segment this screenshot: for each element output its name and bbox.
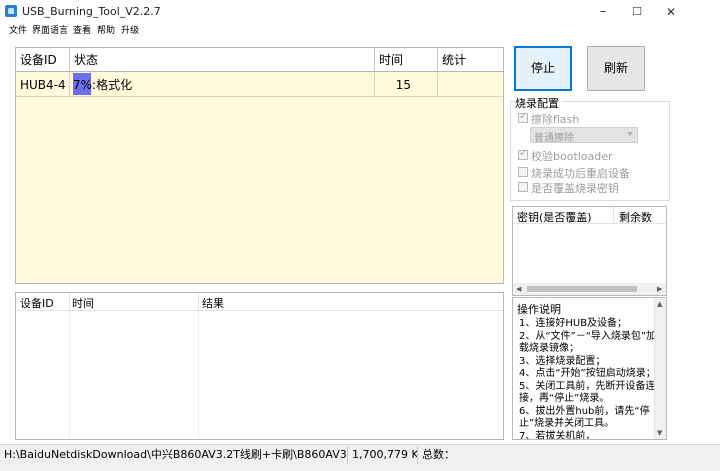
erase-flash-label: 擦除flash bbox=[531, 113, 580, 126]
overwrite-keys-label: 是否覆盖烧录密钥 bbox=[531, 182, 619, 195]
key-header-remaining[interactable]: 剩余数 bbox=[619, 209, 652, 225]
minimize-button[interactable]: – bbox=[586, 0, 620, 24]
scroll-right-icon[interactable]: ▶ bbox=[657, 286, 662, 293]
log-header-device-id[interactable]: 设备ID bbox=[20, 295, 54, 311]
menu-language[interactable]: 界面语言 bbox=[32, 23, 68, 36]
reboot-checkbox[interactable] bbox=[518, 167, 528, 177]
key-col-divider bbox=[613, 207, 614, 224]
header-stats[interactable]: 统计 bbox=[438, 48, 503, 72]
instructions-text: 1、连接好HUB及设备； 2、从“文件”－“导入烧录包”加载烧录镜像； 3、选择… bbox=[519, 318, 657, 440]
scroll-left-icon[interactable]: ◀ bbox=[516, 286, 521, 293]
app-icon bbox=[5, 5, 17, 17]
log-col-divider bbox=[69, 311, 70, 439]
stop-button[interactable]: 停止 bbox=[514, 46, 572, 91]
row-stats[interactable] bbox=[438, 73, 503, 97]
refresh-button[interactable]: 刷新 bbox=[587, 46, 645, 91]
maximize-button[interactable]: ☐ bbox=[620, 0, 654, 24]
scroll-down-icon[interactable]: ▼ bbox=[657, 429, 662, 437]
instructions-panel[interactable]: 操作说明 1、连接好HUB及设备； 2、从“文件”－“导入烧录包”加载烧录镜像；… bbox=[512, 297, 667, 440]
overwrite-keys-checkbox[interactable] bbox=[518, 182, 528, 192]
log-header-time[interactable]: 时间 bbox=[72, 295, 94, 311]
key-header-key[interactable]: 密钥(是否覆盖) bbox=[517, 209, 592, 225]
scroll-up-icon[interactable]: ▲ bbox=[657, 300, 662, 308]
close-button[interactable]: ✕ bbox=[654, 0, 688, 24]
scroll-thumb[interactable] bbox=[527, 286, 637, 292]
verify-bootloader-label: 校验bootloader bbox=[531, 150, 613, 163]
burn-config-title: 烧录配置 bbox=[515, 95, 562, 111]
status-size: 1,700,779 KB bbox=[348, 446, 418, 464]
status-text: 7%:格式化 bbox=[73, 73, 132, 97]
status-path: H:\BaiduNetdiskDownload\中兴B860AV3.2T线刷+卡… bbox=[0, 446, 348, 464]
row-time[interactable]: 15 bbox=[375, 73, 438, 97]
progress-percent: 7% bbox=[73, 78, 93, 92]
menu-help[interactable]: 帮助 bbox=[97, 23, 115, 36]
verify-bootloader-checkbox[interactable] bbox=[518, 148, 528, 160]
status-label: :格式化 bbox=[92, 78, 133, 92]
log-col-divider bbox=[198, 311, 199, 439]
chevron-down-icon bbox=[627, 132, 633, 136]
header-status[interactable]: 状态 bbox=[70, 48, 375, 72]
erase-mode-value: 普通擦除 bbox=[534, 133, 574, 144]
erase-mode-select[interactable]: 普通擦除 bbox=[530, 127, 638, 144]
reboot-label: 烧录成功后重启设备 bbox=[531, 167, 630, 180]
log-table[interactable]: 设备ID 时间 结果 bbox=[15, 292, 504, 440]
instructions-vscrollbar[interactable]: ▲ ▼ bbox=[654, 298, 666, 439]
erase-flash-checkbox[interactable] bbox=[518, 111, 528, 123]
log-col-divider bbox=[69, 293, 70, 311]
instructions-title: 操作说明 bbox=[517, 303, 561, 316]
log-header-result[interactable]: 结果 bbox=[202, 295, 224, 311]
status-total: 总数： bbox=[422, 448, 455, 461]
menu-upgrade[interactable]: 升级 bbox=[121, 23, 139, 36]
header-time[interactable]: 时间 bbox=[375, 48, 438, 72]
menu-view[interactable]: 查看 bbox=[73, 23, 91, 36]
log-col-divider bbox=[198, 293, 199, 311]
row-device-id[interactable]: HUB4-4 bbox=[16, 73, 70, 97]
window-title: USB_Burning_Tool_V2.2.7 bbox=[22, 5, 161, 18]
key-table[interactable]: 密钥(是否覆盖) 剩余数 ◀ ▶ bbox=[512, 206, 667, 296]
key-table-hscrollbar[interactable]: ◀ ▶ bbox=[513, 283, 666, 295]
header-device-id[interactable]: 设备ID bbox=[16, 48, 70, 72]
menu-file[interactable]: 文件 bbox=[9, 23, 27, 36]
